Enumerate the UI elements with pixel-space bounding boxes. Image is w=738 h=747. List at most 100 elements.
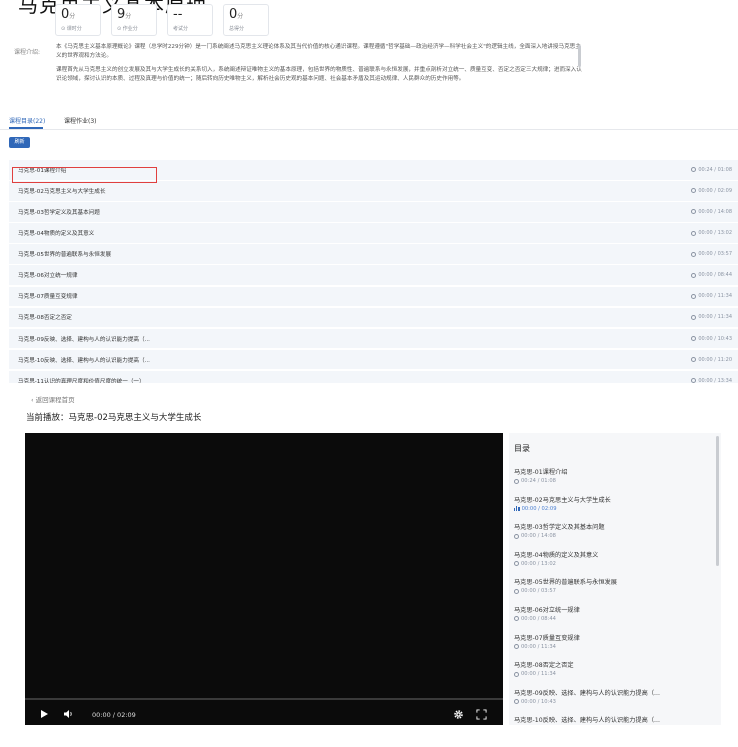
player-section: 00:00 / 02:09 目录 马克思-01课程介绍 00:24 / 01:08… <box>25 431 721 725</box>
chapter-name: 马克思-04物质的定义及其意义 <box>18 231 95 238</box>
chapter-name: 马克思-03哲学定义及其基本问题 <box>18 209 100 216</box>
playlist-item-name: 马克思-07质量互变规律 <box>514 634 580 642</box>
play-circle-icon <box>691 272 697 278</box>
playlist-item[interactable]: 马克思-09反映、选择、建构与人的认识能力提高（... 00:00 / 10:43 <box>509 684 721 712</box>
chapter-list: 马克思-01课程介绍 00:24 / 01:08 马克思-02马克思主义与大学生成长… <box>9 160 738 383</box>
chapter-name: 马克思-11认识的真理尺度和价值尺度的统一（一） <box>18 378 145 383</box>
playlist-item[interactable]: 马克思-02马克思主义与大学生成长 00:00 / 02:09 <box>509 491 721 519</box>
chapter-time-text: 00:00 / 02:09 <box>698 187 732 194</box>
player-controls: 00:00 / 02:09 <box>25 701 503 725</box>
chapter-row[interactable]: 马克思-10反映、选择、建构与人的认识能力提高（... 00:00 / 11:20 <box>9 349 738 370</box>
back-link-label: 返回课程首页 <box>35 396 75 404</box>
chapter-row[interactable]: 马克思-07质量互变规律 00:00 / 11:34 <box>9 286 738 307</box>
intro-paragraph: 课程首先从马克思主义的创立发展及其与大学生成长的关系切入，系统阐述辩证唯物主义的… <box>56 67 582 82</box>
chapter-name: 马克思-10反映、选择、建构与人的认识能力提高（... <box>18 357 150 364</box>
stat-label: ⊙ 课时分 <box>61 26 82 32</box>
chapter-row[interactable]: 马克思-06对立统一规律 00:00 / 08:44 <box>9 265 738 286</box>
chapter-name: 马克思-06对立统一规律 <box>18 273 78 280</box>
playlist-scrollbar[interactable] <box>716 436 719 566</box>
chapter-name: 马克思-07质量互变规律 <box>18 294 78 301</box>
chapter-row[interactable]: 马克思-09反映、选择、建构与人的认识能力提高（... 00:00 / 10:43 <box>9 328 738 349</box>
intro-paragraph: 本《马克思主义基本原理概论》课程（总学时229分钟）是一门系统阐述马克思主义理论… <box>56 44 581 59</box>
now-playing-title: 当前播放：马克思-02马克思主义与大学生成长 <box>26 411 201 423</box>
playlist-item[interactable]: 马克思-01课程介绍 00:24 / 01:08 <box>509 463 721 491</box>
play-circle-icon <box>514 478 519 484</box>
chapter-time: 00:00 / 08:44 <box>691 272 732 278</box>
stat-label: ⊙ 作业分 <box>117 26 138 32</box>
chapter-row[interactable]: 马克思-03哲学定义及其基本问题 00:00 / 14:08 <box>9 202 738 222</box>
playlist-item[interactable]: 马克思-06对立统一规律 00:00 / 08:44 <box>509 601 721 629</box>
playlist-item[interactable]: 马克思-04物质的定义及其意义 00:00 / 13:02 <box>509 546 721 574</box>
playlist-item-time-text: 00:00 / 10:43 <box>521 698 556 705</box>
playlist-item-name: 马克思-05世界的普遍联系与永恒发展 <box>514 579 617 587</box>
play-circle-icon <box>691 378 697 383</box>
chapter-time: 00:00 / 13:34 <box>691 378 732 383</box>
chapter-row[interactable]: 马克思-04物质的定义及其意义 00:00 / 13:02 <box>9 223 738 243</box>
play-circle-icon <box>514 561 519 567</box>
stat-unit: 分 <box>237 13 244 20</box>
stat-card: 0分 总得分 <box>223 4 269 36</box>
chapter-row[interactable]: 马克思-05世界的普遍联系与永恒发展 00:00 / 03:57 <box>9 244 738 264</box>
chapter-time: 00:00 / 02:09 <box>691 188 732 194</box>
fullscreen-icon[interactable] <box>476 709 487 720</box>
stat-card: -- 考试分 <box>167 4 213 36</box>
playlist-item-time-text: 00:00 / 03:57 <box>521 588 556 595</box>
chapter-time-text: 00:00 / 13:02 <box>698 230 732 237</box>
playlist-item[interactable]: 马克思-03哲学定义及其基本问题 00:00 / 14:08 <box>509 518 721 546</box>
volume-icon[interactable] <box>63 709 75 719</box>
chapter-row[interactable]: 马克思-01课程介绍 00:24 / 01:08 <box>9 160 738 180</box>
chapter-time-text: 00:00 / 11:34 <box>698 314 732 321</box>
chapter-time: 00:00 / 11:20 <box>691 357 732 363</box>
playlist-item-time-text: 00:00 / 14:08 <box>521 533 556 540</box>
chapter-row[interactable]: 马克思-02马克思主义与大学生成长 00:00 / 02:09 <box>9 181 738 201</box>
playlist-item-time: 00:00 / 02:09 <box>514 506 716 512</box>
stat-unit: 分 <box>125 13 132 20</box>
video-player[interactable]: 00:00 / 02:09 <box>25 433 503 725</box>
chapter-row[interactable]: 马克思-08否定之否定 00:00 / 11:34 <box>9 307 738 328</box>
video-progress-bar[interactable] <box>25 698 503 700</box>
chapter-time-text: 00:00 / 08:44 <box>698 272 732 279</box>
playlist-items: 马克思-01课程介绍 00:24 / 01:08 马克思-02马克思主义与大学生成长… <box>509 463 721 725</box>
playlist-item-time: 00:00 / 08:44 <box>514 616 716 622</box>
course-intro[interactable]: 本《马克思主义基本原理概论》课程（总学时229分钟）是一门系统阐述马克思主义理论… <box>56 43 582 101</box>
score-stats: 0分 ⊙ 课时分 9分 ⊙ 作业分 -- 考试分 0分 总得分 <box>55 4 269 36</box>
chapter-time-text: 00:00 / 11:34 <box>698 293 732 300</box>
playlist-item-name: 马克思-01课程介绍 <box>514 469 568 476</box>
stat-unit: 分 <box>69 13 76 20</box>
intro-scrollbar[interactable] <box>578 45 581 67</box>
active-tab-indicator <box>9 127 43 129</box>
playlist-item-time-text: 00:00 / 11:34 <box>521 643 556 650</box>
playlist-item-time: 00:00 / 13:02 <box>514 561 716 567</box>
chapter-time-text: 00:24 / 01:08 <box>698 166 732 173</box>
playlist-item[interactable]: 马克思-08否定之否定 00:00 / 11:34 <box>509 656 721 684</box>
chapter-name: 马克思-09反映、选择、建构与人的认识能力提高（... <box>18 336 150 343</box>
back-to-course-link[interactable]: ‹ 返回课程首页 <box>31 394 75 404</box>
tab-course-homework[interactable]: 课程作业(3) <box>64 116 97 125</box>
play-circle-icon <box>514 671 519 677</box>
play-circle-icon <box>691 188 697 194</box>
play-icon[interactable] <box>41 710 48 718</box>
now-playing-name: 马克思-02马克思主义与大学生成长 <box>68 413 202 423</box>
stat-value: -- <box>173 7 183 22</box>
chapter-time-text: 00:00 / 11:20 <box>698 356 732 363</box>
play-circle-icon <box>691 167 697 173</box>
playing-bars-icon <box>514 506 520 512</box>
playlist-item-name: 马克思-10反映、选择、建构与人的认识能力提高（... <box>514 717 660 725</box>
playlist-item[interactable]: 马克思-07质量互变规律 00:00 / 11:34 <box>509 629 721 657</box>
stat-label: 总得分 <box>229 26 245 32</box>
playlist-item-time-text: 00:00 / 02:09 <box>521 505 557 512</box>
playlist-item-name: 马克思-06对立统一规律 <box>514 606 580 614</box>
playlist-item[interactable]: 马克思-10反映、选择、建构与人的认识能力提高（... <box>509 711 721 725</box>
playlist-item[interactable]: 马克思-05世界的普遍联系与永恒发展 00:00 / 03:57 <box>509 573 721 601</box>
refresh-button[interactable]: 刷新 <box>9 137 30 148</box>
settings-gear-icon[interactable] <box>453 709 464 720</box>
playlist-panel: 目录 马克思-01课程介绍 00:24 / 01:08 马克思-02马克思主义与大学… <box>509 433 721 725</box>
chapter-time: 00:00 / 13:02 <box>691 230 732 236</box>
tab-course-catalog[interactable]: 课程目录(22) <box>9 116 45 125</box>
play-circle-icon <box>691 251 697 257</box>
stat-card: 0分 ⊙ 课时分 <box>55 4 101 36</box>
playlist-item-time-text: 00:00 / 08:44 <box>521 615 556 622</box>
chapter-time-text: 00:00 / 10:43 <box>698 335 732 342</box>
chapter-row[interactable]: 马克思-11认识的真理尺度和价值尺度的统一（一） 00:00 / 13:34 <box>9 370 738 383</box>
play-circle-icon <box>691 357 697 363</box>
